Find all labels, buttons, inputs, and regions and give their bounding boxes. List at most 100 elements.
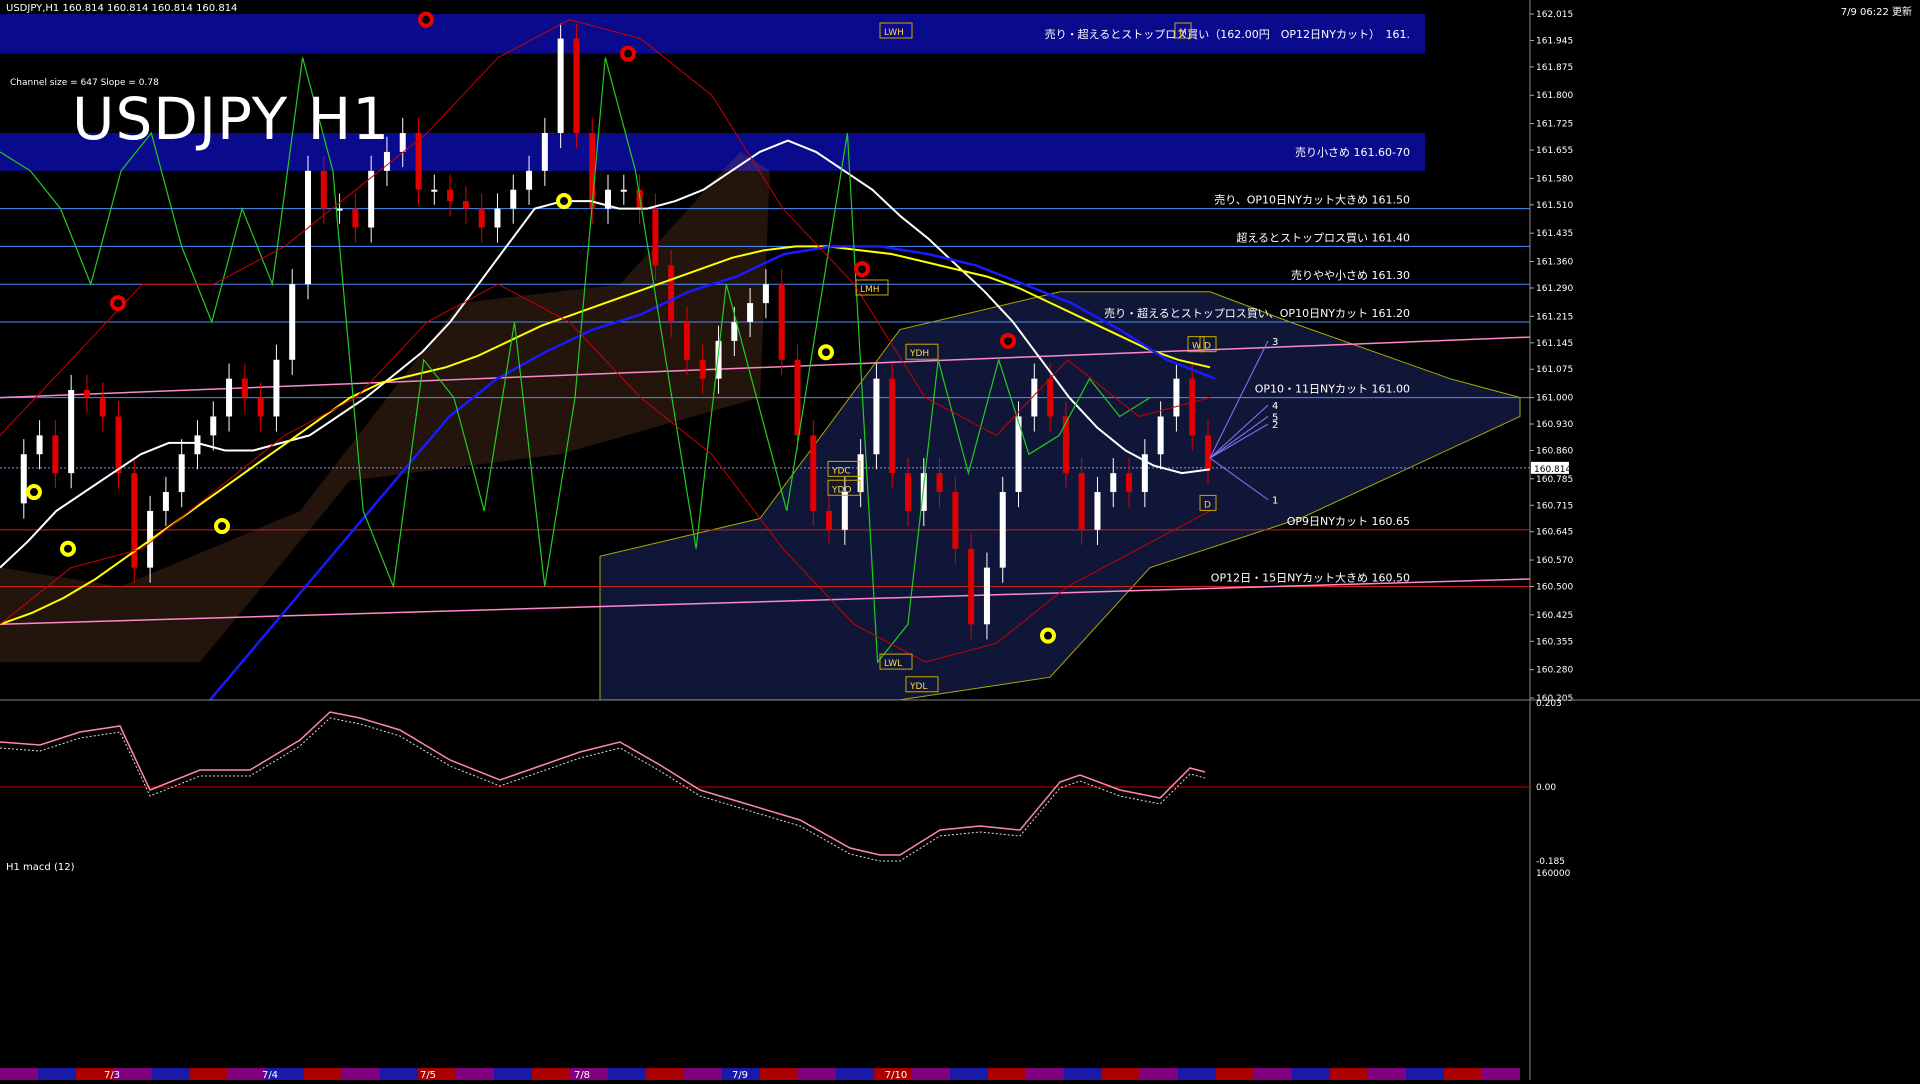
- candle-body: [1126, 473, 1133, 493]
- candle-body: [905, 473, 911, 511]
- candle-body: [573, 38, 580, 134]
- date-strip-cell: [798, 1068, 836, 1080]
- candle-body: [194, 435, 201, 455]
- projection-label: 4: [1272, 401, 1278, 412]
- signal-circle-inner: [218, 522, 226, 531]
- candle-body: [1189, 378, 1196, 436]
- level-label: OP9日NYカット 160.65: [1287, 515, 1410, 528]
- y-tick-label: 161.290: [1536, 284, 1573, 294]
- candle-body: [352, 208, 359, 228]
- y-tick-label: 161.145: [1536, 339, 1573, 349]
- date-label: 7/3: [104, 1070, 120, 1080]
- date-label: 7/9: [732, 1070, 748, 1080]
- date-strip-cell: [532, 1068, 570, 1080]
- y-tick-label: 160.570: [1536, 556, 1573, 566]
- candle-body: [336, 208, 343, 211]
- candle-body: [1062, 416, 1069, 474]
- date-strip-cell: [1102, 1068, 1140, 1080]
- chart-stage: 売り・超えるとストップロス買い（162.00円 OP12日NYカット） 161.…: [0, 0, 1920, 1081]
- candle-body: [36, 435, 43, 455]
- y-tick-label: 160.860: [1536, 446, 1573, 456]
- y-tick-label: 160.355: [1536, 637, 1573, 647]
- candle-body: [241, 378, 248, 398]
- date-label: 7/4: [262, 1070, 278, 1080]
- date-strip-cell: [646, 1068, 684, 1080]
- y-tick-label: 160.280: [1536, 666, 1573, 676]
- candle-body: [841, 492, 848, 530]
- date-strip-cell: [684, 1068, 722, 1080]
- date-strip-cell: [456, 1068, 494, 1080]
- candle-body: [810, 435, 817, 511]
- date-strip-cell: [1444, 1068, 1482, 1080]
- y-tick-label: 161.510: [1536, 201, 1573, 211]
- macd-axis-label: 160000: [1536, 869, 1571, 879]
- signal-circle-inner: [624, 49, 632, 58]
- level-label: OP10・11日NYカット 161.00: [1255, 383, 1410, 396]
- candle-body: [210, 416, 217, 436]
- date-strip-cell: [228, 1068, 266, 1080]
- date-strip-cell: [1216, 1068, 1254, 1080]
- candle-body: [541, 133, 548, 171]
- date-strip-cell: [988, 1068, 1026, 1080]
- signal-circle-inner: [114, 299, 122, 308]
- level-label: 売り、OP10日NYカット大きめ 161.50: [1214, 193, 1410, 207]
- date-strip-cell: [1064, 1068, 1102, 1080]
- candle-body: [1047, 378, 1054, 417]
- candle-body: [557, 38, 564, 134]
- marker-label: LWL: [884, 659, 902, 669]
- level-label: 超えるとストップロス買い 161.40: [1236, 230, 1410, 244]
- candle-body: [20, 454, 27, 504]
- candle-body: [683, 321, 690, 360]
- date-strip-cell: [304, 1068, 342, 1080]
- candle-body: [115, 416, 122, 474]
- candle-body: [83, 390, 90, 398]
- price-chart: 売り・超えるとストップロス買い（162.00円 OP12日NYカット） 161.…: [0, 0, 1920, 1081]
- candle-body: [620, 189, 627, 192]
- candle-body: [952, 492, 959, 549]
- candle-body: [778, 284, 785, 360]
- y-tick-label: 160.645: [1536, 528, 1573, 538]
- candle-body: [162, 492, 169, 511]
- candle-body: [226, 378, 233, 417]
- y-tick-label: 161.655: [1536, 146, 1573, 156]
- marker-label: D: [1204, 500, 1211, 510]
- candle-body: [668, 265, 675, 322]
- y-tick-label: 160.425: [1536, 611, 1573, 621]
- candle-body: [510, 189, 517, 209]
- date-strip-cell: [1330, 1068, 1368, 1080]
- candle-body: [273, 359, 280, 417]
- y-tick-label: 161.875: [1536, 63, 1573, 73]
- current-price-label: 160.814: [1534, 465, 1571, 475]
- signal-circle-inner: [422, 15, 430, 24]
- marker-label: LMH: [860, 285, 880, 295]
- date-strip-cell: [380, 1068, 418, 1080]
- level-label: 売り・超えるとストップロス買い、OP10日NYカット 161.20: [1104, 306, 1410, 320]
- candle-body: [526, 170, 533, 190]
- candle-body: [999, 492, 1006, 568]
- candle-body: [320, 170, 327, 209]
- signal-circle-inner: [858, 265, 866, 274]
- update-time: 7/9 06:22 更新: [1840, 7, 1912, 18]
- candle-body: [873, 378, 880, 455]
- date-strip-cell: [1368, 1068, 1406, 1080]
- date-strip-cell: [152, 1068, 190, 1080]
- date-strip-cell: [38, 1068, 76, 1080]
- candle-body: [383, 151, 390, 171]
- macd-axis-label: 0.203: [1536, 699, 1562, 709]
- candle-body: [1078, 473, 1085, 530]
- candle-body: [99, 397, 106, 417]
- candle-body: [731, 321, 738, 341]
- y-tick-label: 161.435: [1536, 229, 1573, 239]
- candle-body: [1110, 473, 1117, 493]
- candle-body: [289, 284, 296, 360]
- candle-body: [589, 133, 596, 209]
- marker-label: YDC: [831, 466, 851, 476]
- symbol-line: USDJPY,H1 160.814 160.814 160.814 160.81…: [6, 3, 238, 14]
- y-tick-label: 161.075: [1536, 365, 1573, 375]
- macd-axis-label: -0.185: [1536, 857, 1565, 867]
- date-strip-cell: [950, 1068, 988, 1080]
- y-tick-label: 160.500: [1536, 583, 1573, 593]
- y-tick-label: 161.725: [1536, 120, 1573, 130]
- date-strip-cell: [1482, 1068, 1520, 1080]
- projection-label: 3: [1272, 337, 1278, 348]
